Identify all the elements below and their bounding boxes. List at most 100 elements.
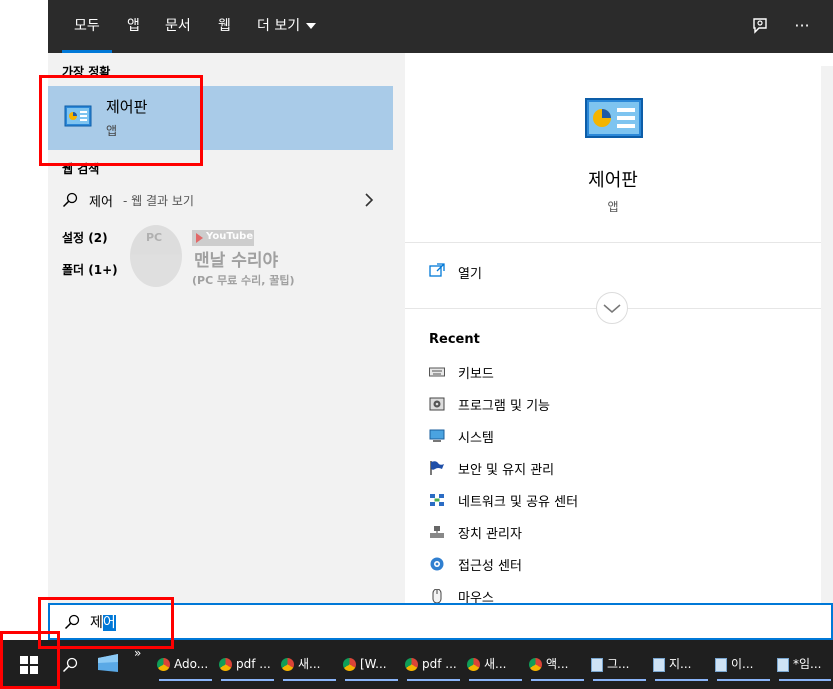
taskbar-app-label: 액...	[546, 657, 569, 671]
running-indicator	[407, 679, 460, 681]
watermark-pc: PC	[146, 231, 163, 244]
preview-title: 제어판	[588, 170, 638, 191]
taskbar-app-chrome[interactable]: 액...	[529, 647, 586, 681]
recent-label: 프로그램 및 기능	[458, 399, 550, 414]
scrollbar[interactable]	[821, 66, 833, 603]
folders-group[interactable]: 폴더 (1+)	[62, 261, 118, 278]
best-match-subtitle: 앱	[106, 124, 118, 138]
taskbar-app-chrome[interactable]: [W...	[343, 647, 400, 681]
overflow-chevron-icon[interactable]: »	[134, 646, 141, 660]
keyboard-icon	[429, 367, 445, 377]
windows-icon	[20, 656, 38, 674]
search-typed-text: 제	[90, 615, 103, 631]
watermark-name: 맨날 수리야	[194, 251, 279, 271]
taskbar-app-label: Ado...	[174, 657, 209, 671]
search-filter-bar: 모두 앱 문서 웹 더 보기 ···	[48, 0, 833, 53]
programs-icon	[429, 397, 445, 411]
divider	[405, 242, 821, 243]
watermark-logo: PC	[130, 225, 182, 287]
settings-group[interactable]: 설정 (2)	[62, 229, 108, 246]
running-indicator	[469, 679, 522, 681]
open-label: 열기	[458, 267, 482, 282]
taskbar-app-label: pdf ...	[236, 657, 271, 671]
search-icon	[62, 192, 78, 208]
running-indicator	[717, 679, 770, 681]
taskbar-app-label: pdf ...	[422, 657, 457, 671]
task-view-button[interactable]	[89, 640, 129, 689]
tab-apps[interactable]: 앱	[127, 0, 140, 53]
preview-pane: 제어판 앱 열기 Recent 키보드 프로그램 및 기능 시스템 보안 및 유…	[405, 66, 821, 606]
tab-all[interactable]: 모두	[62, 0, 112, 53]
chevron-down-icon	[306, 23, 317, 29]
feedback-icon[interactable]	[747, 12, 773, 40]
taskbar-app-chrome[interactable]: pdf ...	[219, 647, 276, 681]
mouse-icon	[432, 589, 442, 603]
taskbar-app-chrome[interactable]: 새...	[281, 647, 338, 681]
tab-documents-label: 문서	[165, 18, 191, 34]
flag-icon	[430, 461, 444, 475]
search-icon	[62, 657, 78, 673]
taskbar-app-notepad[interactable]: 지...	[653, 647, 710, 681]
taskbar-search-button[interactable]	[55, 640, 85, 689]
taskbar-app-notepad[interactable]: 이...	[715, 647, 772, 681]
taskbar-app-label: 이...	[731, 657, 754, 671]
youtube-badge: YouTube	[192, 230, 254, 246]
taskbar-app-notepad[interactable]: 그...	[591, 647, 648, 681]
accessibility-icon	[430, 557, 444, 571]
notepad-icon	[653, 657, 665, 672]
running-indicator	[593, 679, 646, 681]
running-indicator	[159, 679, 212, 681]
system-icon	[429, 429, 445, 442]
search-selected-text: 어	[102, 615, 116, 631]
chrome-icon	[343, 658, 356, 671]
best-match-item[interactable]: 제어판 앱	[48, 86, 393, 150]
tab-more-label: 더 보기	[257, 18, 301, 34]
open-action[interactable]: 열기	[429, 262, 629, 282]
recent-label: 네트워크 및 공유 센터	[458, 495, 579, 510]
search-icon	[64, 614, 80, 630]
taskbar-app-label: 지...	[669, 657, 692, 671]
web-search-row[interactable]: 제어 - 웹 결과 보기	[62, 191, 382, 211]
start-button[interactable]	[0, 640, 55, 689]
tab-more[interactable]: 더 보기	[257, 0, 317, 53]
running-indicator	[655, 679, 708, 681]
open-icon	[429, 263, 445, 277]
chevron-down-icon	[603, 304, 621, 313]
taskbar-app-label: [W...	[360, 657, 387, 671]
chrome-icon	[157, 658, 170, 671]
recent-label: 장치 관리자	[458, 527, 522, 542]
taskbar-app-chrome[interactable]: pdf ...	[405, 647, 462, 681]
chrome-icon	[405, 658, 418, 671]
taskbar: » Ado... pdf ... 새... [W... pdf ... 새...…	[0, 640, 833, 689]
taskbar-app-chrome[interactable]: 새...	[467, 647, 524, 681]
best-match-heading: 가장 정확	[62, 65, 111, 79]
chrome-icon	[281, 658, 294, 671]
search-box[interactable]: 제어	[48, 603, 833, 640]
control-panel-icon	[64, 105, 92, 127]
results-list: 가장 정확 제어판 앱 웹 검색 제어 - 웹 결과 보기 설정 (2) 폴더 …	[48, 53, 405, 603]
network-icon	[430, 494, 444, 506]
chevron-right-icon	[365, 193, 374, 207]
search-input[interactable]: 제어	[90, 612, 116, 632]
taskbar-app-notepad[interactable]: *임...	[777, 647, 833, 681]
recent-label: 접근성 센터	[458, 559, 522, 574]
more-options-icon[interactable]: ···	[789, 12, 815, 40]
tab-documents[interactable]: 문서	[165, 0, 191, 53]
notepad-icon	[591, 657, 603, 672]
taskbar-app-label: *임...	[793, 657, 822, 671]
tab-web[interactable]: 웹	[218, 0, 231, 53]
chrome-icon	[467, 658, 480, 671]
chrome-icon	[219, 658, 232, 671]
notepad-icon	[777, 657, 789, 672]
expand-button[interactable]	[596, 292, 628, 324]
running-indicator	[283, 679, 336, 681]
recent-heading: Recent	[429, 332, 480, 347]
watermark-tagline: (PC 무료 수리, 꿀팁)	[192, 274, 295, 287]
watermark-youtube: YouTube	[206, 231, 254, 242]
taskbar-app-label: 새...	[484, 657, 507, 671]
taskbar-app-chrome[interactable]: Ado...	[157, 647, 214, 681]
tab-apps-label: 앱	[127, 18, 140, 34]
running-indicator	[531, 679, 584, 681]
web-search-suffix: - 웹 결과 보기	[123, 194, 194, 208]
recent-label: 보안 및 유지 관리	[458, 463, 555, 478]
